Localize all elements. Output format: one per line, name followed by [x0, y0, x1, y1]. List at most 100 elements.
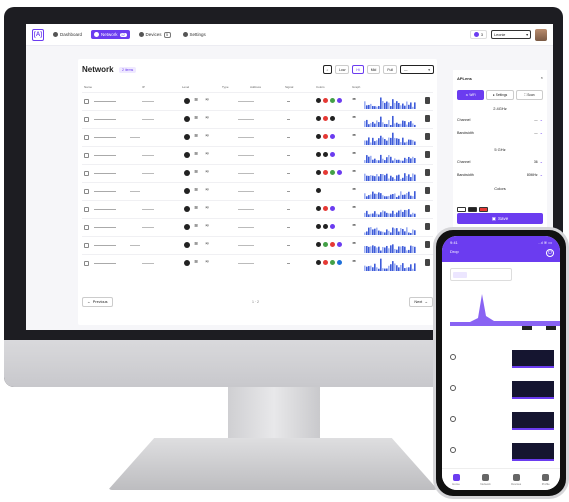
col-signal[interactable]: Signal — [285, 85, 293, 89]
row-checkbox[interactable] — [84, 117, 89, 122]
table-row[interactable]: ≋ ≂ ≐ — [82, 164, 433, 182]
view-select[interactable]: — ▾ — [400, 65, 434, 74]
phone-radio[interactable] — [450, 447, 456, 453]
wifi-icon: ≋ — [194, 151, 199, 157]
phone-radio[interactable] — [450, 416, 456, 422]
row-checkbox[interactable] — [84, 225, 89, 230]
power-icon[interactable]: ⏻ — [546, 249, 554, 257]
equalizer-icon[interactable]: ≐ — [352, 205, 356, 211]
phone-tab-profile[interactable]: Profile — [542, 473, 550, 486]
table-row[interactable]: ≋ ≂ ≐ — [82, 110, 433, 128]
bandwidth-select-2[interactable]: 80MHz ⌄ — [527, 172, 543, 177]
equalizer-icon[interactable]: ≐ — [352, 133, 356, 139]
trash-icon[interactable] — [425, 187, 430, 194]
row-checkbox[interactable] — [84, 243, 89, 248]
row-checkbox[interactable] — [84, 99, 89, 104]
trash-icon[interactable] — [425, 241, 430, 248]
row-level-dot — [184, 242, 190, 248]
equalizer-icon[interactable]: ≐ — [352, 115, 356, 121]
col-colors[interactable]: Colors — [316, 85, 325, 89]
col-graph[interactable]: Graph — [352, 85, 360, 89]
avatar[interactable] — [535, 28, 547, 41]
table-row[interactable]: ≋ ≂ ≐ — [82, 92, 433, 110]
previous-button[interactable]: ← Previous — [82, 297, 113, 307]
equalizer-icon[interactable]: ≐ — [352, 169, 356, 175]
phone-radio[interactable] — [450, 354, 456, 360]
filter-full[interactable]: Full — [383, 65, 397, 74]
nav-settings[interactable]: Settings — [180, 30, 209, 39]
table-row[interactable]: ≋ ≂ ≐ — [82, 236, 433, 254]
trash-icon[interactable] — [425, 169, 430, 176]
phone-chart — [450, 294, 560, 330]
nav-devices[interactable]: Devices 5 — [136, 30, 174, 40]
filter-low[interactable]: Low — [334, 65, 350, 74]
trash-icon[interactable] — [425, 205, 430, 212]
nav-dashboard[interactable]: Dashboard — [50, 30, 85, 39]
save-button[interactable]: ▣ Save — [457, 213, 543, 224]
trash-icon[interactable] — [425, 97, 430, 104]
equalizer-icon[interactable]: ≐ — [352, 151, 356, 157]
phone-search-input[interactable] — [450, 268, 512, 281]
app-logo[interactable]: [A] — [32, 28, 44, 41]
trash-icon[interactable] — [425, 133, 430, 140]
sparkline-bar — [366, 246, 368, 253]
color-swatch[interactable] — [479, 207, 488, 212]
tab-scan[interactable]: ⛶ Scan — [515, 90, 543, 100]
table-row[interactable]: ≋ ≂ ≐ — [82, 200, 433, 218]
table-row[interactable]: ≋ ≂ ≐ — [82, 254, 433, 272]
phone-list-item[interactable] — [442, 346, 560, 377]
sparkline-bar — [366, 231, 368, 235]
page-indicator[interactable]: 1 · 2 — [252, 300, 259, 304]
table-row[interactable]: ≋ ≂ ≐ — [82, 218, 433, 236]
col-address[interactable]: Address — [250, 85, 261, 89]
sparkline-bar — [388, 248, 390, 253]
phone-list-item[interactable] — [442, 408, 560, 439]
search-button[interactable]: ⌕ — [322, 65, 332, 74]
col-ip[interactable]: IP — [142, 85, 145, 89]
col-type[interactable]: Type — [222, 85, 229, 89]
phone-list-item[interactable] — [442, 377, 560, 408]
sparkline-bar — [392, 115, 394, 127]
trash-icon[interactable] — [425, 259, 430, 266]
user-select[interactable]: Leonie ▾ — [491, 30, 531, 39]
equalizer-icon[interactable]: ≐ — [352, 241, 356, 247]
filter-hi[interactable]: Hi — [352, 65, 364, 74]
row-checkbox[interactable] — [84, 135, 89, 140]
tab-wifi[interactable]: ≋ WiFi — [457, 90, 485, 100]
row-checkbox[interactable] — [84, 171, 89, 176]
phone-radio[interactable] — [450, 385, 456, 391]
next-button[interactable]: Next → — [409, 297, 433, 307]
channel-select-2[interactable]: 36 ⌄ — [534, 159, 543, 164]
phone-list-item[interactable] — [442, 439, 560, 470]
table-row[interactable]: ≋ ≂ ≐ — [82, 146, 433, 164]
table-row[interactable]: ≋ ≂ ≐ — [82, 128, 433, 146]
phone-tab-network[interactable]: Network — [480, 473, 491, 486]
phone-tab-devices[interactable]: Devices — [511, 473, 521, 486]
equalizer-icon[interactable]: ≐ — [352, 223, 356, 229]
color-swatch[interactable] — [457, 207, 466, 212]
row-checkbox[interactable] — [84, 207, 89, 212]
bandwidth-select-1[interactable]: — ⌄ — [534, 130, 543, 135]
tab-settings[interactable]: ● Settings — [486, 90, 514, 100]
filter-mid[interactable]: Mid — [366, 65, 381, 74]
row-checkbox[interactable] — [84, 261, 89, 266]
close-icon[interactable]: × — [541, 75, 543, 80]
nav-network[interactable]: Network 12 — [91, 30, 130, 39]
phone-title: Drop — [450, 249, 459, 254]
trash-icon[interactable] — [425, 151, 430, 158]
color-swatch[interactable] — [468, 207, 477, 212]
phone-tab-home[interactable]: Home — [452, 473, 460, 486]
trash-icon[interactable] — [425, 223, 430, 230]
row-checkbox[interactable] — [84, 189, 89, 194]
equalizer-icon[interactable]: ≐ — [352, 259, 356, 265]
equalizer-icon[interactable]: ≐ — [352, 97, 356, 103]
row-checkbox[interactable] — [84, 153, 89, 158]
sparkline-bar — [380, 212, 382, 217]
equalizer-icon[interactable]: ≐ — [352, 187, 356, 193]
trash-icon[interactable] — [425, 115, 430, 122]
notification-button[interactable]: 3 — [469, 30, 487, 39]
table-row[interactable]: ≋ ≂ ≐ — [82, 182, 433, 200]
channel-select-1[interactable]: — ⌄ — [534, 117, 543, 122]
col-level[interactable]: Level — [182, 85, 189, 89]
col-name[interactable]: Name — [84, 85, 92, 89]
